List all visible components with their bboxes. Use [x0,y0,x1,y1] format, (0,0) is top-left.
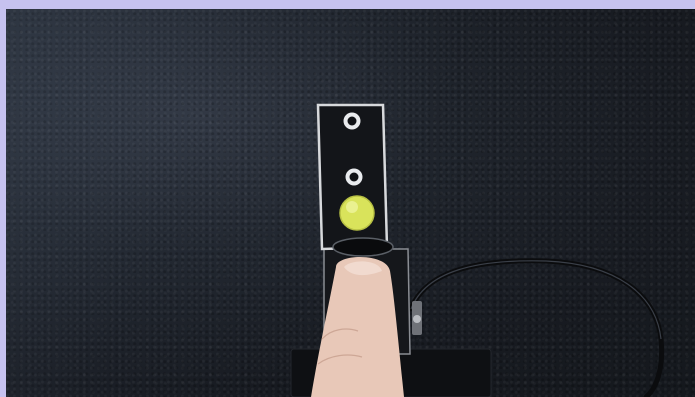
mounting-hole-icon [343,112,361,130]
scene-drawing [290,103,665,397]
mounting-hole-icon [345,168,363,186]
led-light [339,195,375,231]
push-button [332,237,394,257]
screw-head [413,315,421,323]
camera-photo [6,9,695,397]
video-frame [0,0,695,397]
